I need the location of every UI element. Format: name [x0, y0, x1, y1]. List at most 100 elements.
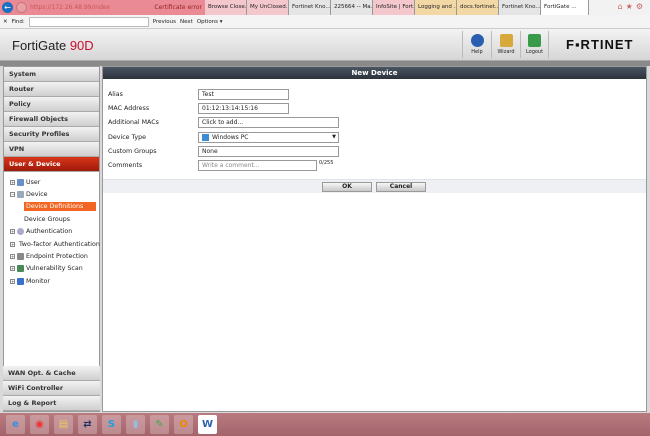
browser-tab[interactable]: Fortinet Kno... — [499, 0, 541, 15]
back-icon[interactable]: ← — [2, 2, 13, 13]
close-find-icon[interactable]: ✕ — [3, 19, 8, 25]
help-icon — [470, 34, 484, 47]
tree-two-factor[interactable]: + Two-factor Authentication — [10, 238, 100, 250]
logout-button[interactable]: Logout — [520, 31, 549, 58]
tree-endpoint-protection[interactable]: + Endpoint Protection — [10, 250, 99, 262]
tree-label: Two-factor Authentication — [19, 240, 100, 248]
alias-row: Alias Test — [108, 89, 289, 100]
nav-policy[interactable]: Policy — [4, 97, 99, 112]
outlook-icon[interactable]: O — [174, 415, 193, 434]
ie-icon[interactable]: e — [6, 415, 25, 434]
sidebar-bottom-nav: WAN Opt. & Cache WiFi Controller Log & R… — [3, 366, 100, 411]
nav-security-profiles[interactable]: Security Profiles — [4, 127, 99, 142]
nav-firewall-objects[interactable]: Firewall Objects — [4, 112, 99, 127]
url-text[interactable]: https://172.26.48.99/index — [30, 4, 151, 11]
forward-icon[interactable] — [16, 2, 27, 13]
address-bar[interactable]: ← https://172.26.48.99/index Certificate… — [0, 0, 205, 15]
notepad-icon[interactable]: ✎ — [150, 415, 169, 434]
chevron-down-icon: ▼ — [332, 134, 336, 140]
additional-macs-input[interactable]: Click to add... — [198, 117, 339, 128]
alias-label: Alias — [108, 91, 123, 98]
certificate-error[interactable]: Certificate error — [154, 4, 205, 11]
browser-tab[interactable]: InfoSite | Fort... — [373, 0, 415, 15]
additional-macs-row: Additional MACs Click to add... — [108, 117, 339, 128]
browser-chrome: ← https://172.26.48.99/index Certificate… — [0, 0, 650, 15]
word-icon[interactable]: W — [198, 415, 217, 434]
chrome-icon[interactable]: ◉ — [30, 415, 49, 434]
expand-icon[interactable]: + — [10, 179, 15, 185]
nav-tree: + User − Device Device Definitions Device … — [4, 172, 100, 288]
additional-macs-label: Additional MACs — [108, 119, 159, 126]
expand-icon[interactable]: + — [10, 241, 15, 247]
expand-icon[interactable]: + — [10, 278, 15, 284]
find-bar: ✕ Find: Previous Next Options ▾ — [0, 15, 650, 29]
app-icon[interactable]: ▮ — [126, 415, 145, 434]
skype-icon[interactable]: S — [102, 415, 121, 434]
tree-label: Device Groups — [24, 215, 70, 223]
tree-label: Authentication — [26, 228, 73, 236]
expand-icon[interactable]: + — [10, 254, 15, 260]
find-label: Find: — [11, 18, 25, 25]
nav-wan-opt[interactable]: WAN Opt. & Cache — [3, 366, 100, 381]
explorer-icon[interactable]: ▤ — [54, 415, 73, 434]
expand-icon[interactable]: + — [10, 266, 15, 272]
wizard-label: Wizard — [497, 49, 515, 55]
nav-wifi-controller[interactable]: WiFi Controller — [3, 381, 100, 396]
device-type-select[interactable]: Windows PC ▼ — [198, 132, 339, 143]
wizard-icon — [499, 34, 513, 47]
wizard-button[interactable]: Wizard — [491, 31, 520, 58]
device-icon — [17, 191, 24, 199]
comments-label: Comments — [108, 162, 143, 169]
device-type-row: Device Type Windows PC ▼ — [108, 132, 339, 143]
tree-monitor[interactable]: + Monitor — [10, 275, 99, 287]
sidebar: System Router Policy Firewall Objects Se… — [3, 66, 100, 412]
endpoint-icon — [17, 253, 24, 261]
browser-tab[interactable]: 225664 -- Ma... — [331, 0, 373, 15]
windows-icon — [202, 134, 209, 141]
alias-input[interactable]: Test — [198, 89, 289, 100]
browser-tab[interactable]: My UnClosed... — [247, 0, 289, 15]
tree-label: Device — [26, 191, 48, 199]
panel-title: New Device — [103, 67, 646, 79]
home-star-gear-icons[interactable]: ⌂★⚙ — [618, 2, 646, 11]
tree-device-groups[interactable]: Device Groups — [10, 213, 99, 225]
find-options[interactable]: Options ▾ — [197, 19, 223, 25]
nav-system[interactable]: System — [4, 67, 99, 82]
comments-row: Comments Write a comment... 0/255 — [108, 160, 333, 171]
product-name: FortiGate 90D — [12, 38, 94, 53]
browser-tab[interactable]: Browse Close... — [205, 0, 247, 15]
comment-char-count: 0/255 — [319, 160, 334, 166]
ok-button[interactable]: OK — [322, 182, 372, 192]
tree-authentication[interactable]: + Authentication — [10, 226, 99, 238]
device-type-label: Device Type — [108, 134, 146, 141]
device-type-value: Windows PC — [212, 134, 249, 141]
browser-tab-active[interactable]: FortiGate ... — [541, 0, 589, 15]
authentication-icon — [17, 228, 24, 236]
browser-tab[interactable]: docs.fortinet... — [457, 0, 499, 15]
tree-device-definitions[interactable]: Device Definitions — [10, 201, 99, 213]
help-label: Help — [471, 49, 483, 55]
taskbar: e ◉ ▤ ⇄ S ▮ ✎ O W — [0, 413, 650, 436]
custom-groups-input[interactable]: None — [198, 146, 339, 157]
network-icon[interactable]: ⇄ — [78, 415, 97, 434]
tree-label: Endpoint Protection — [26, 253, 88, 261]
browser-tab[interactable]: Logging and ... — [415, 0, 457, 15]
nav-user-device[interactable]: User & Device — [4, 157, 99, 172]
mac-input[interactable]: 01:12:13:14:15:16 — [198, 103, 289, 114]
nav-log-report[interactable]: Log & Report — [3, 396, 100, 411]
tree-label: Vulnerability Scan — [26, 265, 83, 273]
cancel-button[interactable]: Cancel — [376, 182, 426, 192]
tree-device[interactable]: − Device — [10, 188, 99, 200]
tree-vulnerability-scan[interactable]: + Vulnerability Scan — [10, 263, 99, 275]
find-input[interactable] — [28, 16, 149, 27]
find-next[interactable]: Next — [180, 19, 193, 25]
collapse-icon[interactable]: − — [10, 192, 15, 198]
nav-vpn[interactable]: VPN — [4, 142, 99, 157]
browser-tab[interactable]: Fortinet Kno... — [289, 0, 331, 15]
expand-icon[interactable]: + — [10, 229, 15, 235]
tree-user[interactable]: + User — [10, 176, 99, 188]
nav-router[interactable]: Router — [4, 82, 99, 97]
help-button[interactable]: Help — [462, 31, 491, 58]
comments-textarea[interactable]: Write a comment... — [198, 160, 317, 171]
find-previous[interactable]: Previous — [153, 19, 176, 25]
